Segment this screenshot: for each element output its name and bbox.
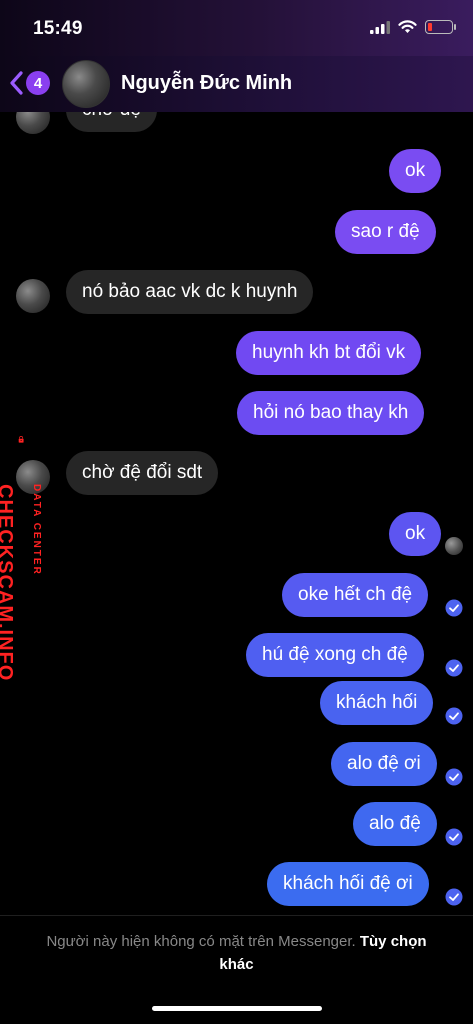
check-circle-icon	[445, 828, 463, 846]
check-circle-icon	[445, 599, 463, 617]
check-circle-icon	[445, 707, 463, 725]
divider	[0, 915, 473, 916]
back-button[interactable]: 4	[8, 68, 56, 98]
message-text: hú đệ xong ch đệ	[262, 644, 408, 665]
watermark-sub: DATA CENTER	[31, 484, 42, 576]
message-bubble-outgoing[interactable]: khách hối	[320, 681, 434, 725]
message-list[interactable]: chờ đệ ok sao r đệ nó bảo aac vk dc k hu…	[0, 112, 473, 915]
message-bubble-outgoing[interactable]: alo đệ	[353, 802, 437, 846]
message-text: alo đệ	[369, 813, 421, 834]
message-text: sao r đệ	[351, 221, 420, 242]
unread-count-badge: 4	[26, 71, 50, 95]
watermark-main: CHECKSCAM.INFO	[0, 484, 16, 682]
message-bubble-outgoing[interactable]: ok	[389, 512, 442, 556]
message-bubble-outgoing[interactable]: oke hết ch đệ	[282, 573, 429, 617]
check-circle-icon	[445, 659, 463, 677]
back-chevron-icon	[10, 71, 23, 95]
message-text: chờ đệ đổi sdt	[82, 462, 203, 483]
status-bar: 15:49	[0, 0, 473, 56]
sender-avatar[interactable]	[16, 112, 50, 134]
message-text: ok	[405, 523, 426, 544]
message-text: hỏi nó bao thay kh	[253, 402, 409, 423]
contact-avatar[interactable]	[62, 60, 110, 108]
message-bubble-outgoing[interactable]: hú đệ xong ch đệ	[246, 633, 424, 677]
padlock-icon	[18, 436, 24, 443]
message-bubble-outgoing[interactable]: alo đệ ơi	[331, 742, 437, 786]
chat-header: 4 Nguyễn Đức Minh	[0, 56, 473, 112]
message-bubble-incoming[interactable]: chờ đệ	[66, 112, 157, 132]
status-time: 15:49	[33, 18, 83, 39]
offline-notice: Người này hiện không có mặt trên Messeng…	[30, 930, 443, 976]
message-bubble-outgoing[interactable]: khách hối đệ ơi	[267, 862, 429, 906]
status-icons	[370, 20, 456, 34]
home-indicator[interactable]	[152, 1006, 322, 1011]
message-bubble-incoming[interactable]: nó bảo aac vk dc k huynh	[66, 270, 314, 314]
wifi-icon	[398, 20, 417, 33]
message-bubble-outgoing[interactable]: ok	[389, 149, 442, 193]
message-bubble-outgoing[interactable]: sao r đệ	[335, 210, 436, 254]
message-text: chờ đệ	[82, 112, 141, 121]
seen-indicator-avatar	[445, 537, 463, 555]
message-text: huynh kh bt đổi vk	[252, 342, 406, 363]
message-bubble-outgoing[interactable]: huynh kh bt đổi vk	[236, 331, 422, 375]
signal-icon	[370, 20, 390, 34]
check-circle-icon	[445, 768, 463, 786]
message-text: khách hối đệ ơi	[283, 873, 413, 894]
battery-icon	[425, 20, 456, 34]
message-text: oke hết ch đệ	[298, 584, 413, 605]
message-text: khách hối	[336, 692, 418, 713]
offline-notice-text: Người này hiện không có mặt trên Messeng…	[46, 933, 356, 950]
check-circle-icon	[445, 888, 463, 906]
message-bubble-outgoing[interactable]: hỏi nó bao thay kh	[237, 391, 425, 435]
message-bubble-incoming[interactable]: chờ đệ đổi sdt	[66, 451, 219, 495]
message-text: ok	[405, 160, 426, 181]
contact-name[interactable]: Nguyễn Đức Minh	[121, 72, 292, 95]
sender-avatar[interactable]	[16, 279, 50, 313]
message-text: alo đệ ơi	[347, 753, 421, 774]
message-text: nó bảo aac vk dc k huynh	[82, 281, 298, 302]
